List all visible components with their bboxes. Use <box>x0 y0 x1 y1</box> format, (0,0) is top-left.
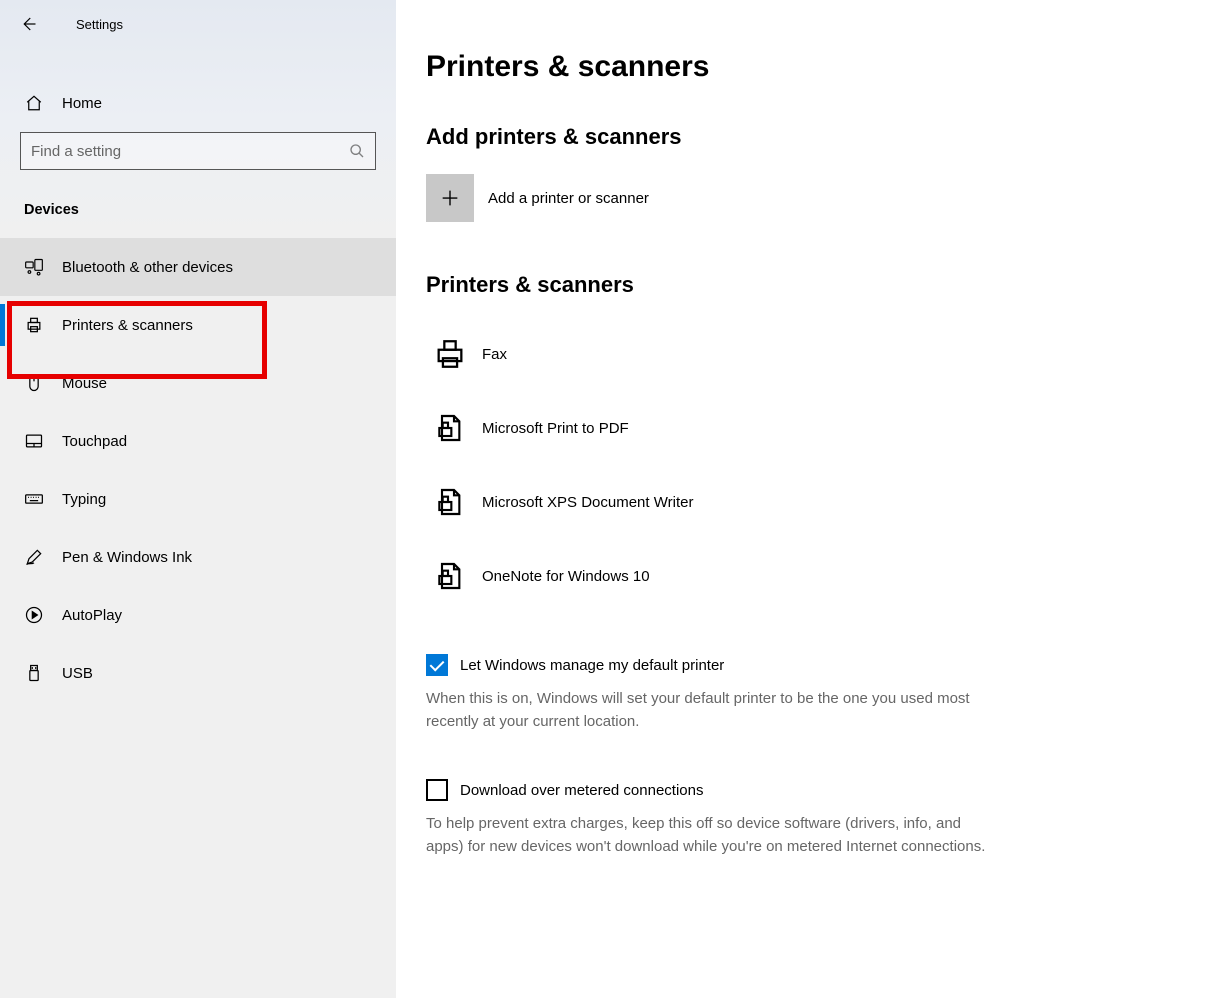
metered-checkbox-row[interactable]: Download over metered connections <box>426 779 986 801</box>
nav-usb[interactable]: USB <box>0 644 396 702</box>
metered-setting: Download over metered connections To hel… <box>426 779 986 858</box>
search-icon <box>349 143 365 159</box>
autoplay-icon <box>24 605 44 625</box>
back-arrow-icon <box>19 15 37 33</box>
nav-autoplay[interactable]: AutoPlay <box>0 586 396 644</box>
printer-label: Microsoft Print to PDF <box>482 420 629 437</box>
app-title: Settings <box>76 17 123 32</box>
default-printer-checkbox[interactable] <box>426 654 448 676</box>
metered-checkbox[interactable] <box>426 779 448 801</box>
nav-label: Mouse <box>62 375 107 392</box>
nav-mouse[interactable]: Mouse <box>0 354 396 412</box>
printer-icon <box>24 315 44 335</box>
nav-label: AutoPlay <box>62 607 122 624</box>
add-printer-button[interactable]: Add a printer or scanner <box>426 174 1186 222</box>
printer-item-xps[interactable]: Microsoft XPS Document Writer <box>426 470 1186 534</box>
nav-label: USB <box>62 665 93 682</box>
virtual-printer-icon <box>426 478 474 526</box>
default-printer-label: Let Windows manage my default printer <box>460 657 724 674</box>
nav-typing[interactable]: Typing <box>0 470 396 528</box>
nav-pen-ink[interactable]: Pen & Windows Ink <box>0 528 396 586</box>
printer-label: OneNote for Windows 10 <box>482 568 650 585</box>
search-input[interactable] <box>31 143 349 160</box>
nav-label: Pen & Windows Ink <box>62 549 192 566</box>
list-section-title: Printers & scanners <box>426 272 1186 298</box>
printer-label: Fax <box>482 346 507 363</box>
nav-bluetooth[interactable]: Bluetooth & other devices <box>0 238 396 296</box>
printer-item-fax[interactable]: Fax <box>426 322 1186 386</box>
main-content: Printers & scanners Add printers & scann… <box>396 0 1216 998</box>
home-link[interactable]: Home <box>0 74 396 132</box>
section-label: Devices <box>0 190 396 238</box>
plus-icon <box>439 187 461 209</box>
metered-help: To help prevent extra charges, keep this… <box>426 813 986 858</box>
add-printer-label: Add a printer or scanner <box>488 190 649 207</box>
nav-printers-scanners[interactable]: Printers & scanners <box>0 296 396 354</box>
page-title: Printers & scanners <box>426 50 1186 84</box>
pen-icon <box>24 547 44 567</box>
sidebar-header: Settings <box>0 4 396 44</box>
default-printer-setting: Let Windows manage my default printer Wh… <box>426 654 986 733</box>
mouse-icon <box>24 373 44 393</box>
virtual-printer-icon <box>426 552 474 600</box>
virtual-printer-icon <box>426 404 474 452</box>
home-label: Home <box>62 95 102 112</box>
nav-label: Printers & scanners <box>62 317 193 334</box>
printer-device-icon <box>426 330 474 378</box>
add-section-title: Add printers & scanners <box>426 124 1186 150</box>
touchpad-icon <box>24 431 44 451</box>
nav-touchpad[interactable]: Touchpad <box>0 412 396 470</box>
printer-item-onenote[interactable]: OneNote for Windows 10 <box>426 544 1186 608</box>
plus-icon-box <box>426 174 474 222</box>
keyboard-icon <box>24 489 44 509</box>
nav-label: Touchpad <box>62 433 127 450</box>
printer-item-pdf[interactable]: Microsoft Print to PDF <box>426 396 1186 460</box>
nav-list: Bluetooth & other devices Printers & sca… <box>0 238 396 702</box>
default-printer-help: When this is on, Windows will set your d… <box>426 688 986 733</box>
metered-label: Download over metered connections <box>460 782 703 799</box>
printer-label: Microsoft XPS Document Writer <box>482 494 693 511</box>
sidebar: Settings Home Devices Bluetooth & other … <box>0 0 396 998</box>
home-icon <box>24 93 44 113</box>
nav-label: Bluetooth & other devices <box>62 259 233 276</box>
nav-label: Typing <box>62 491 106 508</box>
back-button[interactable] <box>12 8 44 40</box>
default-printer-checkbox-row[interactable]: Let Windows manage my default printer <box>426 654 986 676</box>
search-box[interactable] <box>20 132 376 170</box>
bluetooth-devices-icon <box>24 257 44 277</box>
usb-icon <box>24 663 44 683</box>
